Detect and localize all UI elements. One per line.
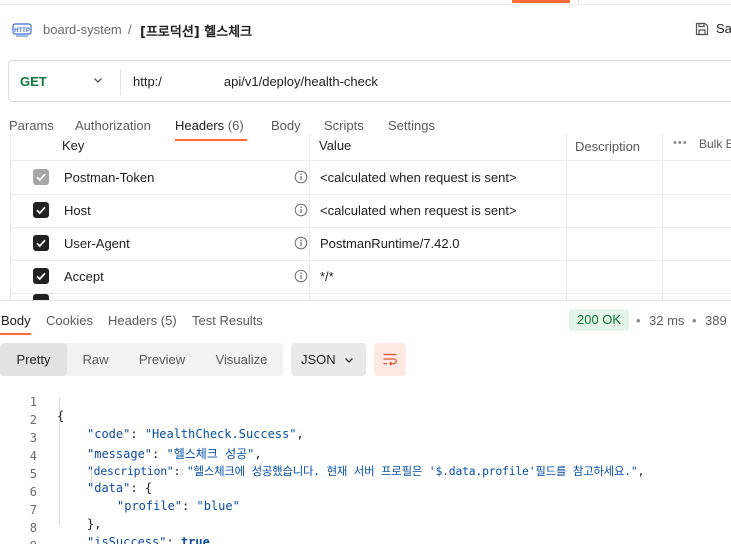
code-line: 3 "message": "헬스체크 성공", (0, 417, 731, 461)
url-divider (120, 69, 121, 95)
response-time[interactable]: 32 ms (649, 313, 684, 328)
row-checkbox[interactable] (33, 202, 49, 218)
breadcrumb-request-name[interactable]: [프로덕션] 헬스체크 (140, 21, 252, 40)
line-number: 9 (0, 539, 37, 544)
view-pretty-button[interactable]: Pretty (0, 343, 67, 376)
header-value[interactable]: PostmanRuntime/7.42.0 (320, 236, 459, 251)
row-checkbox[interactable] (33, 169, 49, 185)
meta-separator: • (692, 313, 697, 328)
response-tab-headers-label: Headers (108, 313, 158, 328)
tab-params[interactable]: Params (9, 118, 54, 133)
svg-text:HTTP: HTTP (14, 28, 30, 34)
code-line: 1 { (0, 381, 731, 423)
code-line: 4 "description": "헬스체크에 성공했습니다. 현재 서버 프로… (0, 435, 731, 478)
tab-separator (578, 0, 579, 5)
response-tab-test-results[interactable]: Test Results (192, 313, 263, 328)
view-preview-button[interactable]: Preview (124, 343, 200, 376)
table-row: Accept */* (10, 260, 731, 293)
info-icon[interactable] (294, 236, 308, 250)
chevron-down-icon (345, 358, 353, 363)
code-line: 2 "code": "HealthCheck.Success", (0, 399, 731, 441)
info-icon[interactable] (294, 203, 308, 217)
tab-headers[interactable]: Headers (6) (175, 118, 244, 133)
tab-headers-count: (6) (227, 118, 244, 133)
code-line: 7 }, (0, 489, 731, 531)
meta-separator: • (636, 313, 641, 328)
response-tab-headers-count: (5) (160, 313, 177, 328)
header-value[interactable]: <calculated when request is sent> (320, 203, 517, 218)
url-prefix: http:/ (133, 74, 162, 89)
headers-table: Key Value Description ••• Bulk E Postman… (10, 134, 731, 300)
save-label: Sa (716, 21, 731, 36)
response-view-toolbar: Pretty Raw Preview Visualize JSON (0, 343, 731, 377)
request-breadcrumb-bar: HTTP board-system / [프로덕션] 헬스체크 Sa (0, 10, 731, 50)
code-line: 5 "data": { (0, 453, 731, 495)
method-select[interactable]: GET (20, 74, 47, 89)
url-bar: GET http:/ api/v1/deploy/health-check (8, 60, 731, 102)
active-response-tab-underline (0, 333, 31, 335)
breadcrumb-separator: / (128, 22, 132, 37)
tab-settings[interactable]: Settings (388, 118, 435, 133)
response-size[interactable]: 389 (705, 313, 727, 328)
format-label: JSON (301, 352, 336, 367)
top-tab-strip (0, 0, 731, 5)
code-line: 9 } (0, 525, 731, 544)
row-checkbox[interactable] (33, 235, 49, 251)
response-body-code[interactable]: 1 { 2 "code": "HealthCheck.Success", 3 "… (0, 380, 731, 544)
header-key[interactable]: Host (64, 203, 91, 218)
url-suffix: api/v1/deploy/health-check (223, 74, 378, 89)
url-input[interactable]: http:/ api/v1/deploy/health-check (133, 74, 378, 89)
view-visualize-button[interactable]: Visualize (200, 343, 283, 376)
row-checkbox[interactable] (33, 268, 49, 284)
info-icon[interactable] (294, 269, 308, 283)
wrap-lines-icon (383, 353, 397, 366)
header-value[interactable]: <calculated when request is sent> (320, 170, 517, 185)
table-row: Postman-Token <calculated when request i… (10, 161, 731, 194)
save-icon (695, 22, 709, 36)
table-row: Host <calculated when request is sent> (10, 194, 731, 227)
check-icon (36, 239, 46, 248)
status-badge[interactable]: 200 OK (569, 309, 630, 331)
response-tabs: Body Cookies Headers (5) Test Results 20… (0, 304, 731, 336)
check-icon (36, 272, 46, 281)
response-tab-headers[interactable]: Headers (5) (108, 313, 177, 328)
tab-authorization[interactable]: Authorization (75, 118, 151, 133)
check-icon (36, 206, 46, 215)
row-divider (10, 293, 731, 294)
wrap-lines-button[interactable] (374, 343, 406, 376)
tab-body[interactable]: Body (271, 118, 301, 133)
view-mode-selector: Pretty Raw Preview Visualize (0, 343, 283, 376)
header-value[interactable]: */* (320, 269, 334, 284)
table-row: User-Agent PostmanRuntime/7.42.0 (10, 227, 731, 260)
code-line: 8 "isSuccess": true (0, 507, 731, 544)
response-tab-cookies[interactable]: Cookies (46, 313, 93, 328)
header-key[interactable]: Accept (64, 269, 104, 284)
http-request-icon: HTTP (12, 23, 32, 37)
view-raw-button[interactable]: Raw (67, 343, 124, 376)
pane-divider[interactable] (0, 300, 731, 301)
breadcrumb-collection[interactable]: board-system (43, 22, 122, 37)
header-key[interactable]: User-Agent (64, 236, 130, 251)
chevron-down-icon[interactable] (92, 74, 104, 86)
code-line: 6 "profile": "blue" (0, 471, 731, 513)
info-icon[interactable] (294, 170, 308, 184)
header-key[interactable]: Postman-Token (64, 170, 154, 185)
format-dropdown[interactable]: JSON (291, 343, 366, 376)
tab-scripts[interactable]: Scripts (324, 118, 364, 133)
active-tab-indicator (512, 0, 570, 3)
tab-headers-label: Headers (175, 118, 225, 133)
check-icon (36, 173, 46, 182)
response-tab-body[interactable]: Body (1, 313, 31, 328)
